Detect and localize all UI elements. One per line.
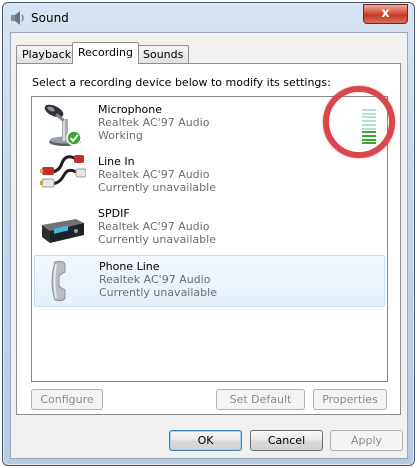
phone-handset-icon <box>51 260 66 302</box>
sound-dialog: Sound x Playback Recording Sounds Select… <box>2 2 415 466</box>
close-icon: x <box>381 6 390 21</box>
highlight-circle <box>323 86 395 158</box>
rca-cable-icon <box>40 155 86 188</box>
configure-button[interactable]: Configure <box>31 389 103 410</box>
ok-button[interactable]: OK <box>169 430 242 451</box>
window-title: Sound <box>31 11 69 25</box>
device-status: Working <box>98 129 143 142</box>
properties-button[interactable]: Properties <box>313 389 387 410</box>
speaker-icon <box>11 11 24 25</box>
instruction-text: Select a recording device below to modif… <box>32 76 331 89</box>
device-driver: Realtek AC'97 Audio <box>98 168 210 181</box>
device-status: Currently unavailable <box>98 181 216 194</box>
device-status: Currently unavailable <box>99 286 217 299</box>
device-driver: Realtek AC'97 Audio <box>98 116 210 129</box>
device-name: Line In <box>98 155 135 168</box>
device-name: Microphone <box>98 103 163 116</box>
device-name: SPDIF <box>98 207 130 220</box>
device-driver: Realtek AC'97 Audio <box>99 273 211 286</box>
list-item-line-in[interactable]: Line In Realtek AC'97 Audio Currently un… <box>34 151 383 201</box>
set-default-button[interactable]: Set Default <box>216 389 305 410</box>
title-bar[interactable]: Sound x <box>3 3 414 31</box>
tab-label: Recording <box>78 46 134 59</box>
tab-label: Playback <box>22 48 72 61</box>
apply-button[interactable]: Apply <box>330 430 403 451</box>
close-button[interactable]: x <box>363 4 408 24</box>
list-item-spdif[interactable]: SPDIF Realtek AC'97 Audio Currently unav… <box>34 203 383 253</box>
spdif-device-icon <box>42 219 84 243</box>
list-item-phone-line[interactable]: Phone Line Realtek AC'97 Audio Currently… <box>34 255 385 307</box>
device-status: Currently unavailable <box>98 233 216 246</box>
cancel-button[interactable]: Cancel <box>250 430 323 451</box>
tab-playback[interactable]: Playback <box>16 45 78 63</box>
tab-label: Sounds <box>143 48 184 61</box>
tab-strip: Playback Recording Sounds <box>16 42 396 64</box>
tab-sounds[interactable]: Sounds <box>137 45 190 63</box>
device-name: Phone Line <box>99 260 160 273</box>
tab-recording[interactable]: Recording <box>72 42 140 64</box>
microphone-icon <box>44 104 82 146</box>
device-driver: Realtek AC'97 Audio <box>98 220 210 233</box>
